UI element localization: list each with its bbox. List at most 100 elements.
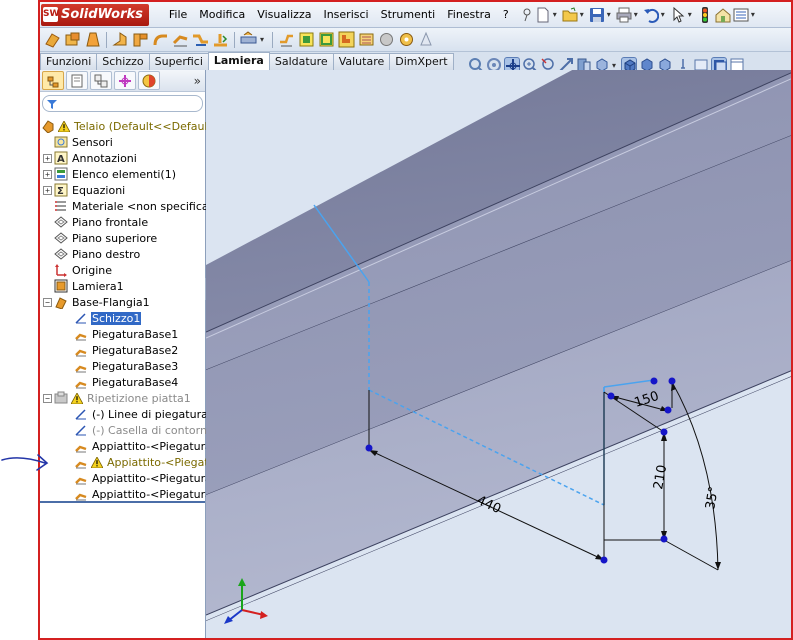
tree-item[interactable]: PiegaturaBase1 xyxy=(63,326,179,342)
rip-icon[interactable] xyxy=(298,31,315,48)
sketched-bend-icon[interactable] xyxy=(172,31,189,48)
sketch-point[interactable] xyxy=(668,377,676,385)
tree-item[interactable]: Telaio (Default<<Default>_ xyxy=(41,118,228,134)
solidworks-logo[interactable]: SW SolidWorks xyxy=(41,3,149,26)
sketch-point[interactable] xyxy=(664,406,672,414)
chevron-down-icon[interactable]: ▾ xyxy=(751,10,755,19)
tree-item[interactable]: Schizzo1 xyxy=(63,310,142,326)
display-manager-tab[interactable] xyxy=(138,71,160,90)
simple-hole-icon[interactable] xyxy=(398,31,415,48)
tree-collapse-icon[interactable]: − xyxy=(43,393,52,403)
sketch-point[interactable] xyxy=(365,444,373,452)
tab-saldature[interactable]: Saldature xyxy=(268,53,334,70)
miter-flange-icon[interactable] xyxy=(132,31,149,48)
chevron-down-icon[interactable]: ▾ xyxy=(634,10,638,19)
sketch-point[interactable] xyxy=(660,535,668,543)
feature-filter-input[interactable] xyxy=(42,95,203,112)
tree-item[interactable]: Sensori xyxy=(43,134,114,150)
select-arrow-icon[interactable] xyxy=(670,6,686,23)
tree-item[interactable]: Appiattito-<PiegaturaBa xyxy=(63,486,227,502)
menu-finestra[interactable]: Finestra xyxy=(441,2,497,28)
tree-item[interactable]: (-) Casella di contorno1 xyxy=(63,422,222,438)
hem-icon[interactable] xyxy=(152,31,169,48)
menu-file[interactable]: File xyxy=(163,2,193,28)
tab-lamiera[interactable]: Lamiera xyxy=(207,52,270,70)
tree-item[interactable]: Appiattito-<Piegatur xyxy=(63,454,221,470)
chevron-down-icon[interactable]: ▾ xyxy=(607,10,611,19)
unfold-icon[interactable] xyxy=(212,31,229,48)
mirror-icon[interactable] xyxy=(418,31,435,48)
tree-expand-icon[interactable]: + xyxy=(43,169,52,179)
tree-item[interactable]: + A Annotazioni xyxy=(43,150,138,166)
flatten-icon[interactable] xyxy=(240,31,257,48)
file-properties-icon[interactable] xyxy=(715,7,731,23)
edge-flange-icon[interactable] xyxy=(112,31,129,48)
tree-rollback-bar[interactable] xyxy=(40,501,205,503)
tree-item[interactable]: Materiale <non specificato> xyxy=(43,198,230,214)
property-manager-tab[interactable] xyxy=(66,71,88,90)
chevron-down-icon[interactable]: ▾ xyxy=(260,35,264,44)
jog-icon[interactable] xyxy=(192,31,209,48)
corner-icon[interactable] xyxy=(338,31,355,48)
new-document-icon[interactable] xyxy=(535,7,551,23)
forming-tool-icon[interactable] xyxy=(378,31,395,48)
tree-item[interactable]: Piano frontale xyxy=(43,214,149,230)
configuration-manager-tab[interactable] xyxy=(90,71,112,90)
expand-panel-icon[interactable]: » xyxy=(194,74,201,88)
chevron-down-icon[interactable]: ▾ xyxy=(688,10,692,19)
graphics-viewport[interactable]: 440 150 210 35° xyxy=(206,70,791,638)
tree-item[interactable]: Piano destro xyxy=(43,246,141,262)
tree-item[interactable]: + Elenco elementi(1) xyxy=(43,166,177,182)
tree-expand-icon[interactable]: + xyxy=(43,185,52,195)
tree-item[interactable]: Origine xyxy=(43,262,113,278)
tree-item[interactable]: PiegaturaBase3 xyxy=(63,358,179,374)
pin-icon[interactable] xyxy=(521,7,533,23)
tree-expand-icon[interactable]: + xyxy=(43,153,52,163)
tree-item[interactable]: − Ripetizione piatta1 xyxy=(43,390,192,406)
extruded-cut-icon[interactable] xyxy=(318,31,335,48)
tab-valutare[interactable]: Valutare xyxy=(332,53,391,70)
tab-funzioni[interactable]: Funzioni xyxy=(40,53,98,70)
menu-modifica[interactable]: Modifica xyxy=(193,2,251,28)
lofted-bend-icon[interactable] xyxy=(84,31,101,48)
feature-manager-tree-tab[interactable] xyxy=(42,71,64,90)
tab-schizzo[interactable]: Schizzo xyxy=(96,53,150,70)
tree-collapse-icon[interactable]: − xyxy=(43,297,52,307)
menu-strumenti[interactable]: Strumenti xyxy=(375,2,442,28)
sketch-point[interactable] xyxy=(660,428,668,436)
save-icon[interactable] xyxy=(589,7,605,23)
base-flange-icon[interactable] xyxy=(44,31,61,48)
chevron-down-icon[interactable]: ▾ xyxy=(553,10,557,19)
chevron-down-icon[interactable]: ▾ xyxy=(580,10,584,19)
tab-superfici[interactable]: Superfici xyxy=(148,53,209,70)
tree-item[interactable]: PiegaturaBase4 xyxy=(63,374,179,390)
no-bends-icon[interactable] xyxy=(278,31,295,48)
print-icon[interactable] xyxy=(616,7,632,23)
tab-dimxpert[interactable]: DimXpert xyxy=(389,53,454,70)
chevron-down-icon[interactable]: ▾ xyxy=(612,61,616,70)
tree-item-label: Base-Flangia1 xyxy=(72,295,150,309)
tree-item[interactable]: PiegaturaBase2 xyxy=(63,342,179,358)
chevron-down-icon[interactable]: ▾ xyxy=(661,10,665,19)
menus: File Modifica Visualizza Inserisci Strumenti… xyxy=(163,2,515,28)
undo-icon[interactable] xyxy=(643,7,659,23)
tree-item[interactable]: − Base-Flangia1 xyxy=(43,294,151,310)
menu-visualizza[interactable]: Visualizza xyxy=(251,2,317,28)
options-icon[interactable] xyxy=(733,7,749,23)
tree-item[interactable]: Appiattito-<PiegaturaBa xyxy=(63,470,227,486)
convert-to-sheetmetal-icon[interactable] xyxy=(64,31,81,48)
tree-item[interactable]: Lamiera1 xyxy=(43,278,125,294)
vent-icon[interactable] xyxy=(358,31,375,48)
sketch-point[interactable] xyxy=(600,556,608,564)
tree-item[interactable]: Appiattito-<PiegaturaBa xyxy=(63,438,227,454)
sketch-point[interactable] xyxy=(650,377,658,385)
tree-item[interactable]: Piano superiore xyxy=(43,230,158,246)
menu-inserisci[interactable]: Inserisci xyxy=(317,2,374,28)
tree-item[interactable]: (-) Linee di piegatura1 xyxy=(63,406,216,422)
tree-item[interactable]: + Σ Equazioni xyxy=(43,182,126,198)
menu-help[interactable]: ? xyxy=(497,2,515,28)
open-folder-icon[interactable] xyxy=(562,6,578,23)
dimxpert-manager-tab[interactable] xyxy=(114,71,136,90)
sketch-point[interactable] xyxy=(607,392,615,400)
rebuild-icon[interactable] xyxy=(697,6,713,23)
